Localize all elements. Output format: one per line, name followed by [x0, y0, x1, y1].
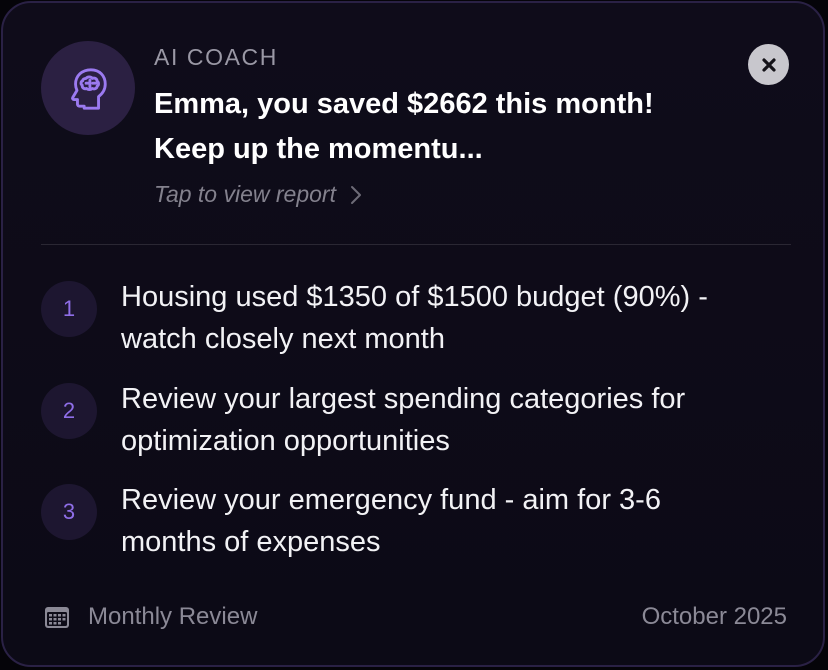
- close-icon: [761, 57, 776, 72]
- close-button[interactable]: [748, 44, 789, 85]
- footer-label: Monthly Review: [88, 603, 258, 630]
- view-report-link[interactable]: Tap to view report: [154, 181, 362, 208]
- view-report-label: Tap to view report: [154, 181, 336, 207]
- calendar-icon: [45, 607, 69, 628]
- brain-head-icon: [71, 68, 107, 110]
- tip-text: Review your largest spending categories …: [121, 383, 686, 457]
- coach-headline: Emma, you saved $2662 this month! Keep u…: [154, 88, 654, 165]
- tip-number-badge: 3: [41, 484, 97, 540]
- footer-date: October 2025: [641, 603, 787, 630]
- tip-number-badge: 2: [41, 383, 97, 439]
- tip-text: Housing used $1350 of $1500 budget (90%)…: [121, 281, 708, 355]
- coach-eyebrow: AI COACH: [154, 44, 278, 70]
- chevron-right-icon: [350, 185, 361, 204]
- ai-coach-card[interactable]: AI COACH Emma, you saved $2662 this mont…: [1, 1, 825, 667]
- tip-number-badge: 1: [41, 281, 97, 337]
- tip-text: Review your emergency fund - aim for 3-6…: [121, 484, 661, 558]
- divider: [41, 244, 791, 245]
- footer-review-type: Monthly Review: [44, 603, 257, 631]
- coach-avatar: [41, 41, 135, 135]
